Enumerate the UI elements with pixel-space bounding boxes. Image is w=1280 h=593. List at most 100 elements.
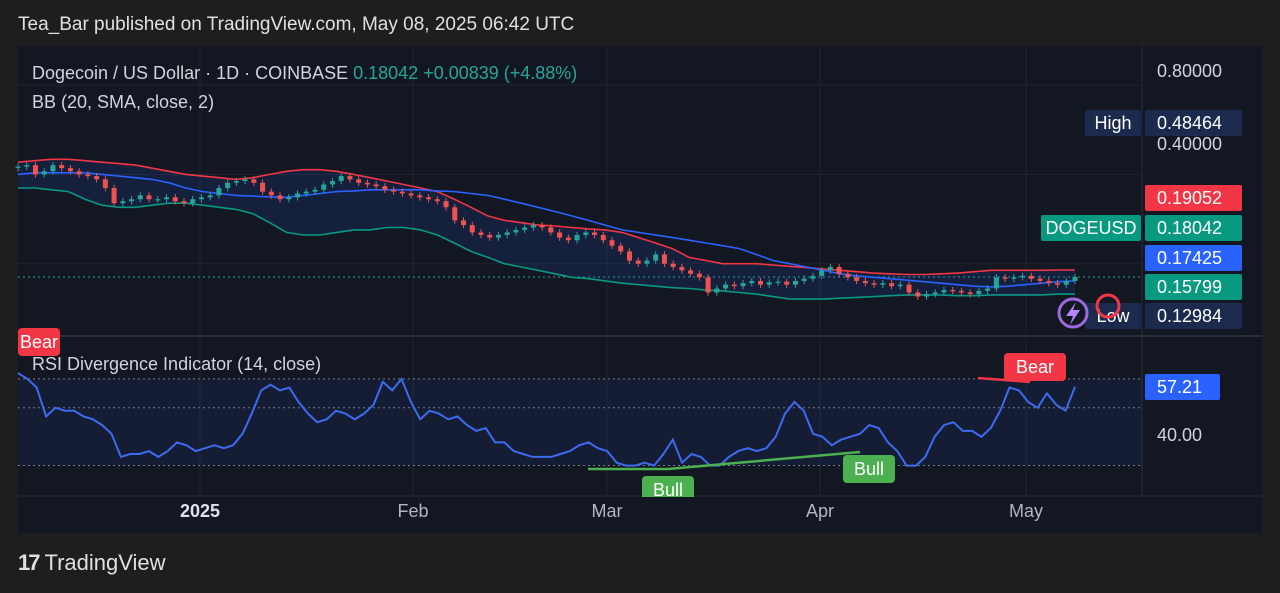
candle-body [819,270,825,276]
candle-body [129,199,135,202]
candle-body [810,275,816,279]
candle-body [120,201,126,204]
candle-body [364,182,370,185]
candle-body [635,260,641,264]
candle-body [1055,283,1061,285]
candle-body [897,284,903,287]
candle-body [609,240,615,246]
candle-body [426,197,432,200]
candle-body [530,225,536,228]
candle-body [50,165,56,172]
price-label-value: 0.12984 [1157,306,1222,326]
tradingview-brand[interactable]: 17 TradingView [18,550,166,576]
rsi-band-fill [18,378,1142,466]
candle-body [618,245,624,252]
candle-body [827,266,833,271]
candle-body [155,199,161,201]
candle-body [443,201,449,208]
divergence-tag-label: Bull [854,459,884,479]
legend-symbol: Dogecoin / US Dollar · 1D · COINBASE [32,63,353,83]
candle-body [164,197,170,200]
bb-fill [18,159,1075,300]
price-legend: Dogecoin / US Dollar · 1D · COINBASE 0.1… [32,63,577,83]
candle-body [749,280,755,284]
candle-body [845,273,851,278]
candle-body [286,197,292,200]
candle-body [792,280,798,285]
candle-body [583,232,589,235]
candle-body [784,281,790,285]
candle-body [1046,280,1052,284]
candle-body [1072,276,1078,281]
candle-body [260,182,266,192]
candle-body [1020,275,1026,278]
divergence-tag-label: Bear [1016,357,1054,377]
candle-body [775,281,781,283]
candle-body [592,232,598,235]
rsi-value-label: 57.21 [1157,377,1202,397]
candle-body [146,195,152,200]
candle-body [723,284,729,289]
legend-change: +0.00839 (+4.88%) [423,63,577,83]
candle-body [1037,278,1043,281]
candle-body [880,283,886,285]
candle-body [644,260,650,264]
candle-body [137,195,143,200]
rsi-legend: RSI Divergence Indicator (14, close) [32,354,321,374]
candle-body [862,280,868,284]
candle-body [399,191,405,194]
candle-body [557,232,563,238]
candle-body [85,174,91,177]
candle-body [836,266,842,274]
candle-body [268,191,274,196]
lightning-icon [1057,297,1089,329]
candle-body [32,165,38,175]
candle-body [391,189,397,192]
candle-body [766,282,772,285]
x-tick-label: Mar [592,501,623,521]
candle-body [661,254,667,264]
lightning-bolt [1066,302,1080,325]
candle-body [854,277,860,281]
candle-body [277,195,283,200]
candle-body [452,207,458,221]
candle-body [67,168,73,172]
candle-body [312,189,318,192]
candle-body [356,179,362,183]
candle-body [1063,280,1069,285]
candle-body [417,195,423,198]
candle-body [59,165,65,169]
candle-body [190,199,196,204]
rsi-tick-label: 40.00 [1157,425,1202,445]
candle-body [950,290,956,292]
candle-body [461,220,467,226]
candle-body [565,237,571,241]
candle-body [1002,277,1008,279]
candle-body [889,283,895,287]
candle-body [15,166,21,168]
brand-name: TradingView [44,550,166,575]
candle-body [626,251,632,261]
candle-body [504,232,510,235]
candle-body [373,184,379,187]
price-label-value: 0.19052 [1157,188,1222,208]
bb-legend: BB (20, SMA, close, 2) [32,92,214,112]
candle-body [347,176,353,180]
candle-body [985,288,991,291]
candle-body [731,284,737,287]
price-label-value: 0.48464 [1157,113,1222,133]
footer-mask [0,533,1280,593]
candle-body [487,234,493,238]
candle-body [513,229,519,233]
candle-body [1028,275,1034,279]
chart-svg[interactable]: 2025 Feb Mar Apr May Dogecoin / US Dollar · 1… [0,0,1280,593]
candle-body [321,184,327,190]
candle-body [225,182,231,189]
candle-body [111,188,117,204]
candle-body [207,195,213,198]
candle-body [522,227,528,230]
candle-body [993,277,999,289]
candle-body [871,283,877,285]
candle-body [216,188,222,196]
tradingview-logo-icon: 17 [18,550,41,575]
